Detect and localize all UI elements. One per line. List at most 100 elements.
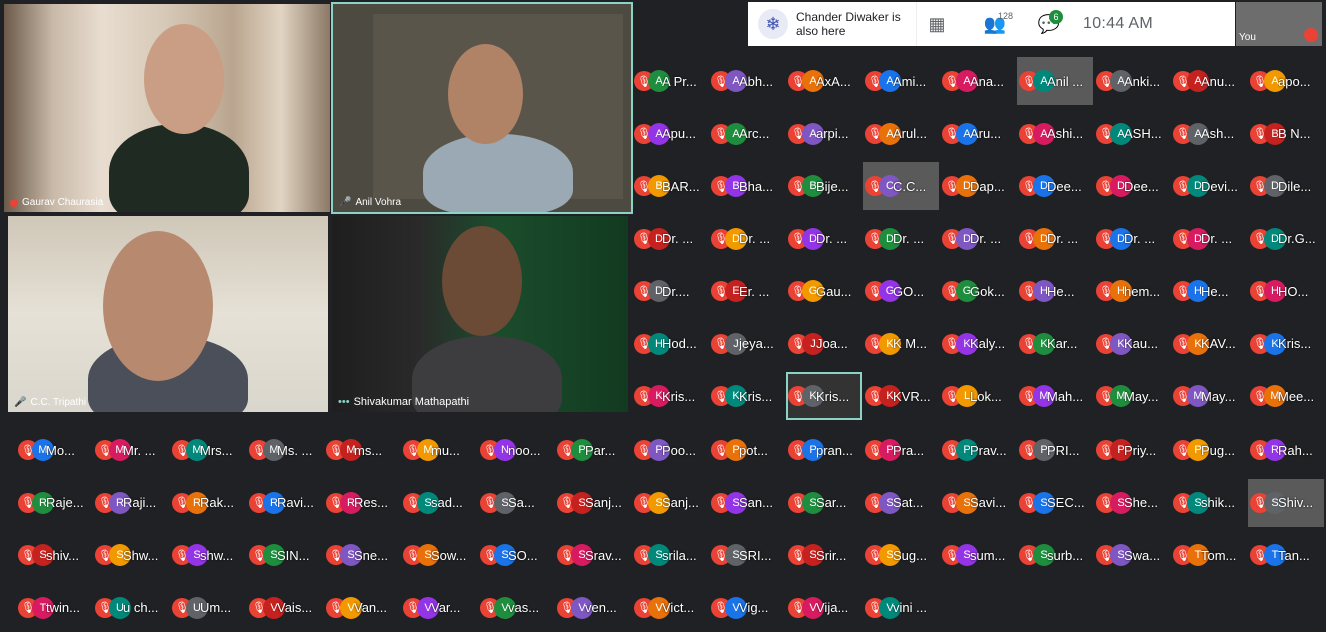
participant-tile[interactable]: 🎙 S SO... xyxy=(478,531,554,579)
participant-tile[interactable]: 🎙 P Pug... xyxy=(1171,426,1247,474)
participant-tile[interactable]: 🎙 M Mee... xyxy=(1248,372,1324,420)
participant-tile[interactable]: 🎙 B Bha... xyxy=(709,162,785,210)
participant-tile[interactable]: 🎙 Vvas... xyxy=(478,584,554,632)
participant-tile[interactable]: 🎙 R Rak... xyxy=(170,479,246,527)
participant-tile[interactable]: 🎙 V Vig... xyxy=(709,584,785,632)
participant-tile[interactable]: 🎙 A Ana... xyxy=(940,57,1016,105)
participant-tile[interactable]: 🎙 A Anil ... xyxy=(1017,57,1093,105)
participant-tile[interactable]: 🎙 K Kau... xyxy=(1094,320,1170,368)
participant-tile[interactable]: 🎙 P Prav... xyxy=(940,426,1016,474)
participant-tile[interactable]: 🎙 Jjeya... xyxy=(709,320,785,368)
participant-tile[interactable]: 🎙 D Dile... xyxy=(1248,162,1324,210)
participant-tile[interactable]: 🎙 A Arc... xyxy=(709,110,785,158)
participant-tile[interactable]: 🎙 K Kris... xyxy=(1248,320,1324,368)
participant-tile[interactable]: 🎙 A Apu... xyxy=(632,110,708,158)
participant-tile[interactable]: 🎙 A Ami... xyxy=(863,57,939,105)
participant-tile[interactable]: 🎙 Aapo... xyxy=(1248,57,1324,105)
participant-tile[interactable]: 🎙 A AxA... xyxy=(786,57,862,105)
participant-tile[interactable]: 🎙 S Sow... xyxy=(401,531,477,579)
participant-tile[interactable]: 🎙 V Var... xyxy=(401,584,477,632)
participant-tile[interactable]: 🎙 K K M... xyxy=(863,320,939,368)
participant-tile[interactable]: 🎙 S Srir... xyxy=(786,531,862,579)
participant-tile[interactable]: 🎙 G Gau... xyxy=(786,267,862,315)
participant-tile[interactable]: 🎙 D Dee... xyxy=(1017,162,1093,210)
participant-tile[interactable]: 🎙 A Anki... xyxy=(1094,57,1170,105)
participant-tile[interactable]: 🎙 P Par... xyxy=(555,426,631,474)
participant-tile[interactable]: 🎙 Sshik... xyxy=(1171,479,1247,527)
video-tile-4[interactable]: ••• Shivakumar Mathapathi xyxy=(332,216,628,412)
participant-tile[interactable]: 🎙 H He... xyxy=(1171,267,1247,315)
participant-tile[interactable]: 🎙 E Er. ... xyxy=(709,267,785,315)
participant-tile[interactable]: 🎙 R Rah... xyxy=(1248,426,1324,474)
participant-tile[interactable]: 🎙 P PRI... xyxy=(1017,426,1093,474)
video-tile-2[interactable]: 🎤 Anil Vohra xyxy=(331,2,633,214)
participant-tile[interactable]: 🎙 D Dr.G... xyxy=(1248,215,1324,263)
participant-tile[interactable]: 🎙 V Vija... xyxy=(786,584,862,632)
participant-tile[interactable]: 🎙 D Devi... xyxy=(1171,162,1247,210)
participant-tile[interactable]: 🎙 K Kar... xyxy=(1017,320,1093,368)
participant-tile[interactable]: 🎙 K KAV... xyxy=(1171,320,1247,368)
participant-tile[interactable]: 🎙 S Srav... xyxy=(555,531,631,579)
participant-tile[interactable]: 🎙 D Dr. ... xyxy=(786,215,862,263)
participant-tile[interactable]: 🎙 A ASH... xyxy=(1094,110,1170,158)
participant-tile[interactable]: 🎙 L Lok... xyxy=(940,372,1016,420)
participant-tile[interactable]: 🎙 H Hod... xyxy=(632,320,708,368)
participant-tile[interactable]: 🎙 D Dr. ... xyxy=(940,215,1016,263)
participant-tile[interactable]: 🎙 Ssad... xyxy=(401,479,477,527)
people-icon[interactable]: 👥 128 xyxy=(975,2,1015,46)
participant-tile[interactable]: 🎙 M Mrs... xyxy=(170,426,246,474)
participant-tile[interactable]: 🎙 Ppran... xyxy=(786,426,862,474)
participant-tile[interactable]: 🎙 G GO... xyxy=(863,267,939,315)
participant-tile[interactable]: 🎙 K Kris... xyxy=(786,372,862,420)
participant-tile[interactable]: 🎙 R Raje... xyxy=(16,479,92,527)
participant-tile[interactable]: 🎙 C C.C... xyxy=(863,162,939,210)
participant-tile[interactable]: 🎙 Ssurb... xyxy=(1017,531,1093,579)
participant-tile[interactable]: 🎙 R Res... xyxy=(324,479,400,527)
participant-tile[interactable]: 🎙 V Vict... xyxy=(632,584,708,632)
participant-tile[interactable]: 🎙 Hhem... xyxy=(1094,267,1170,315)
participant-tile[interactable]: 🎙 Aarpi... xyxy=(786,110,862,158)
participant-tile[interactable]: 🎙 A Abh... xyxy=(709,57,785,105)
participant-tile[interactable]: 🎙 Mms... xyxy=(324,426,400,474)
participant-tile[interactable]: 🎙 U Um... xyxy=(170,584,246,632)
participant-tile[interactable]: 🎙 M May... xyxy=(1171,372,1247,420)
participant-tile[interactable]: 🎙 D Dee... xyxy=(1094,162,1170,210)
participant-tile[interactable]: 🎙 Ppot... xyxy=(709,426,785,474)
participant-tile[interactable]: 🎙 S Sar... xyxy=(786,479,862,527)
participant-tile[interactable]: 🎙 J Joa... xyxy=(786,320,862,368)
video-tile-1[interactable]: Gaurav Chaurasia xyxy=(4,4,330,212)
participant-tile[interactable]: 🎙 Ttwin... xyxy=(16,584,92,632)
participant-tile[interactable]: 🎙 G Gok... xyxy=(940,267,1016,315)
participant-tile[interactable]: 🎙 D Dr. ... xyxy=(1171,215,1247,263)
participant-tile[interactable]: 🎙 Vven... xyxy=(555,584,631,632)
participant-tile[interactable]: 🎙 V Van... xyxy=(324,584,400,632)
participant-tile[interactable]: 🎙 P Poo... xyxy=(632,426,708,474)
participant-tile[interactable]: 🎙 B B N... xyxy=(1248,110,1324,158)
participant-tile[interactable]: 🎙 S Shw... xyxy=(93,531,169,579)
participant-tile[interactable]: 🎙 M May... xyxy=(1094,372,1170,420)
participant-tile[interactable]: 🎙 Ssum... xyxy=(940,531,1016,579)
participant-tile[interactable]: 🎙 P Priy... xyxy=(1094,426,1170,474)
participant-tile[interactable]: 🎙 B BAR... xyxy=(632,162,708,210)
participant-tile[interactable]: 🎙 M Mo... xyxy=(16,426,92,474)
participant-tile[interactable]: 🎙 R Raji... xyxy=(93,479,169,527)
participant-tile[interactable]: 🎙 D Dr.... xyxy=(632,267,708,315)
participant-tile[interactable]: 🎙 A Ashi... xyxy=(1017,110,1093,158)
participant-tile[interactable]: 🎙 S Savi... xyxy=(940,479,1016,527)
participant-tile[interactable]: 🎙 M Mah... xyxy=(1017,372,1093,420)
participant-tile[interactable]: 🎙 Mmu... xyxy=(401,426,477,474)
participant-tile[interactable]: 🎙 S Sne... xyxy=(324,531,400,579)
participant-tile[interactable]: 🎙 K Kaly... xyxy=(940,320,1016,368)
self-view-tile[interactable]: You xyxy=(1236,2,1322,46)
participant-tile[interactable]: 🎙 Sshiv... xyxy=(16,531,92,579)
participant-tile[interactable]: 🎙 P Pra... xyxy=(863,426,939,474)
participant-tile[interactable]: 🎙 T Tan... xyxy=(1248,531,1324,579)
participant-tile[interactable]: 🎙 S Sanj... xyxy=(632,479,708,527)
video-tile-3[interactable]: 🎤 C.C. Tripathi xyxy=(8,216,328,412)
participant-tile[interactable]: 🎙 Uu ch... xyxy=(93,584,169,632)
participant-tile[interactable]: 🎙 K Kris... xyxy=(632,372,708,420)
participant-tile[interactable]: 🎙 S Shiv... xyxy=(1248,478,1324,527)
participant-tile[interactable]: 🎙 R Ravi... xyxy=(247,479,323,527)
participant-tile[interactable]: 🎙 A Ash... xyxy=(1171,110,1247,158)
participant-tile[interactable]: 🎙 T Tom... xyxy=(1171,531,1247,579)
